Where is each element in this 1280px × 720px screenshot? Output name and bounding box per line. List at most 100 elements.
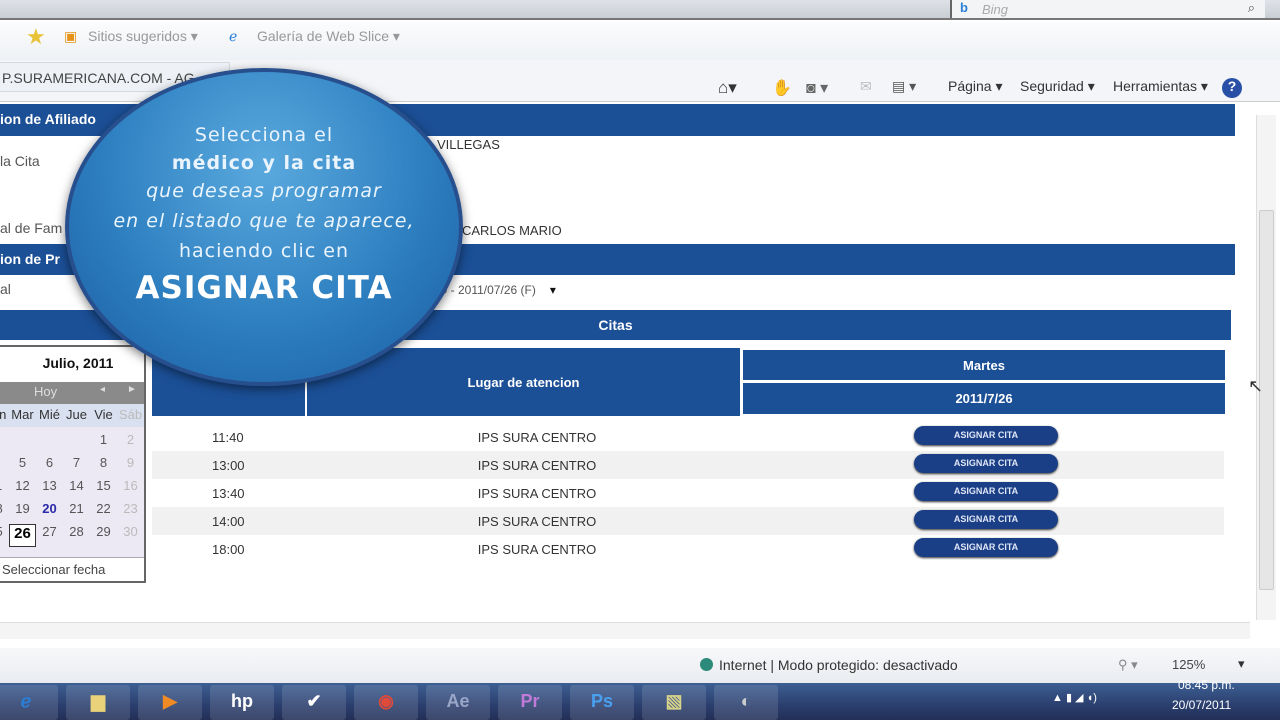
calendar-day[interactable]: 26 <box>9 524 36 547</box>
assign-appointment-button[interactable]: ASIGNAR CITA <box>914 510 1058 529</box>
calendar-day[interactable]: 22 <box>90 501 117 524</box>
calendar-day[interactable]: 1 <box>90 432 117 455</box>
weekday-label: Jue <box>66 407 87 422</box>
web-slice-gallery-link[interactable]: Galería de Web Slice ▾ <box>257 28 400 45</box>
favorites-star-icon[interactable]: ★ <box>26 24 46 50</box>
table-row: 11:40 IPS SURA CENTRO ASIGNAR CITA <box>152 423 1224 451</box>
calendar-day <box>36 432 63 455</box>
mouse-cursor-icon: ↖ <box>1248 376 1264 396</box>
taskbar-app-notas[interactable]: ▧ <box>642 685 706 720</box>
calendar-day[interactable]: 19 <box>9 501 36 524</box>
weekday-label: Lun <box>0 407 7 422</box>
taskbar-app-tareas[interactable]: ✔ <box>282 685 346 720</box>
calendar-day[interactable]: 18 <box>0 501 9 524</box>
vertical-scrollbar[interactable] <box>1256 115 1276 620</box>
scroll-thumb[interactable] <box>1259 210 1274 590</box>
taskbar-app-explorador[interactable]: ▆ <box>66 685 130 720</box>
calendar-day[interactable]: 16 <box>117 478 144 501</box>
tray-icons[interactable]: ▲ ▮ ◢ ◖) <box>1052 691 1097 704</box>
table-row: 13:00 IPS SURA CENTRO ASIGNAR CITA <box>152 451 1224 479</box>
zone-status: Internet | Modo protegido: desactivado <box>719 657 958 673</box>
ie-icon: ℯ <box>229 28 238 44</box>
appointment-place: IPS SURA CENTRO <box>477 514 597 529</box>
calendar-day[interactable]: 11 <box>0 478 9 501</box>
today-button[interactable]: Hoy <box>34 384 57 399</box>
calendar-day[interactable]: 4 <box>0 455 9 478</box>
feeds-icon[interactable]: ◙ ▾ <box>806 78 828 98</box>
calendar-day[interactable]: 2 <box>117 432 144 455</box>
calendar-day[interactable]: 5 <box>9 455 36 478</box>
appointment-place: IPS SURA CENTRO <box>477 542 597 557</box>
weekday-label: Sáb <box>118 407 143 422</box>
table-row: 13:40 IPS SURA CENTRO ASIGNAR CITA <box>152 479 1224 507</box>
calendar-day[interactable]: 21 <box>63 501 90 524</box>
calendar-day[interactable]: 9 <box>117 455 144 478</box>
assign-appointment-button[interactable]: ASIGNAR CITA <box>914 426 1058 445</box>
taskbar-app-pr[interactable]: Pr <box>498 685 562 720</box>
field-label: al <box>0 281 11 297</box>
appointment-place: IPS SURA CENTRO <box>477 458 597 473</box>
provider-section-title: ion de Pr <box>0 251 60 267</box>
calendar-day[interactable]: 25 <box>0 524 9 547</box>
assign-appointment-button[interactable]: ASIGNAR CITA <box>914 538 1058 557</box>
hand-icon[interactable]: ✋ <box>772 78 792 98</box>
status-bar: Internet | Modo protegido: desactivado ⚲… <box>0 648 1280 683</box>
weekday-label: Vie <box>94 407 113 422</box>
globe-icon <box>700 658 713 671</box>
horizontal-scrollbar[interactable] <box>0 622 1250 639</box>
prev-month-button[interactable]: ◂ <box>100 384 105 395</box>
calendar-day[interactable]: 13 <box>36 478 63 501</box>
taskbar: ℯ ▆ ▶ hp ✔ ◉ Ae Pr Ps ▧ ◐ ▲ ▮ ◢ ◖) 08:45 p.m. 20/0… <box>0 678 1280 720</box>
clock-date[interactable]: 20/07/2011 <box>1172 698 1231 712</box>
calendar-day[interactable]: 6 <box>36 455 63 478</box>
overlay-line: médico y la cita <box>171 152 357 174</box>
chevron-down-icon: ▾ <box>549 283 556 297</box>
calendar-day[interactable]: 20 <box>36 501 63 524</box>
taskbar-app-hp[interactable]: hp <box>210 685 274 720</box>
calendar-day[interactable]: 30 <box>117 524 144 547</box>
calendar-day[interactable]: 27 <box>36 524 63 547</box>
next-month-button[interactable]: ► <box>127 384 137 395</box>
appointment-time: 14:00 <box>212 514 245 529</box>
suggested-sites-link[interactable]: Sitios sugeridos ▾ <box>88 28 198 45</box>
overlay-line: en el listado que te aparece, <box>113 210 415 232</box>
clock-time[interactable]: 08:45 p.m. <box>1178 678 1235 692</box>
help-icon[interactable]: ? <box>1222 78 1242 98</box>
zoom-dropdown-icon[interactable]: ▾ <box>1238 656 1245 672</box>
overlay-line: Selecciona el <box>194 124 334 146</box>
page-menu[interactable]: Página ▾ <box>948 78 1003 95</box>
security-menu[interactable]: Seguridad ▾ <box>1020 78 1095 95</box>
security-status-icon[interactable]: ⚲ ▾ <box>1118 657 1138 673</box>
search-placeholder: Bing <box>982 2 1009 17</box>
calendar-day[interactable]: 14 <box>63 478 90 501</box>
home-icon[interactable]: ⌂▾ <box>718 78 737 98</box>
taskbar-app-chrome[interactable]: ◉ <box>354 685 418 720</box>
mail-icon[interactable]: ✉ <box>860 78 872 95</box>
taskbar-app-ps[interactable]: Ps <box>570 685 634 720</box>
calendar-day <box>9 432 36 455</box>
calendar-day[interactable]: 23 <box>117 501 144 524</box>
family-label: al de Fam <box>0 220 63 236</box>
date-header-label: 2011/7/26 <box>955 391 1013 406</box>
print-icon[interactable]: ▤ ▾ <box>892 78 916 95</box>
taskbar-app-ae[interactable]: Ae <box>426 685 490 720</box>
calendar-day[interactable]: 12 <box>9 478 36 501</box>
search-box[interactable]: b Bing ⌕ <box>950 0 1265 18</box>
calendar-day[interactable]: 7 <box>63 455 90 478</box>
schedule-select[interactable]: O - 2011/07/26 (F) ▾ <box>438 280 584 300</box>
tools-menu[interactable]: Herramientas ▾ <box>1113 78 1208 95</box>
calendar-day[interactable]: 29 <box>90 524 117 547</box>
calendar-day <box>0 432 9 455</box>
assign-appointment-button[interactable]: ASIGNAR CITA <box>914 454 1058 473</box>
zoom-level[interactable]: 125% <box>1172 657 1205 672</box>
taskbar-app-media-player[interactable]: ▶ <box>138 685 202 720</box>
search-icon[interactable]: ⌕ <box>1248 0 1255 16</box>
table-row: 14:00 IPS SURA CENTRO ASIGNAR CITA <box>152 507 1224 535</box>
suggested-sites-icon: ▣ <box>64 28 78 44</box>
calendar-day[interactable]: 15 <box>90 478 117 501</box>
taskbar-app-internet-explorer[interactable]: ℯ <box>0 685 58 720</box>
taskbar-app-herramienta[interactable]: ◐ <box>714 685 778 720</box>
assign-appointment-button[interactable]: ASIGNAR CITA <box>914 482 1058 501</box>
calendar-day[interactable]: 28 <box>63 524 90 547</box>
calendar-day[interactable]: 8 <box>90 455 117 478</box>
